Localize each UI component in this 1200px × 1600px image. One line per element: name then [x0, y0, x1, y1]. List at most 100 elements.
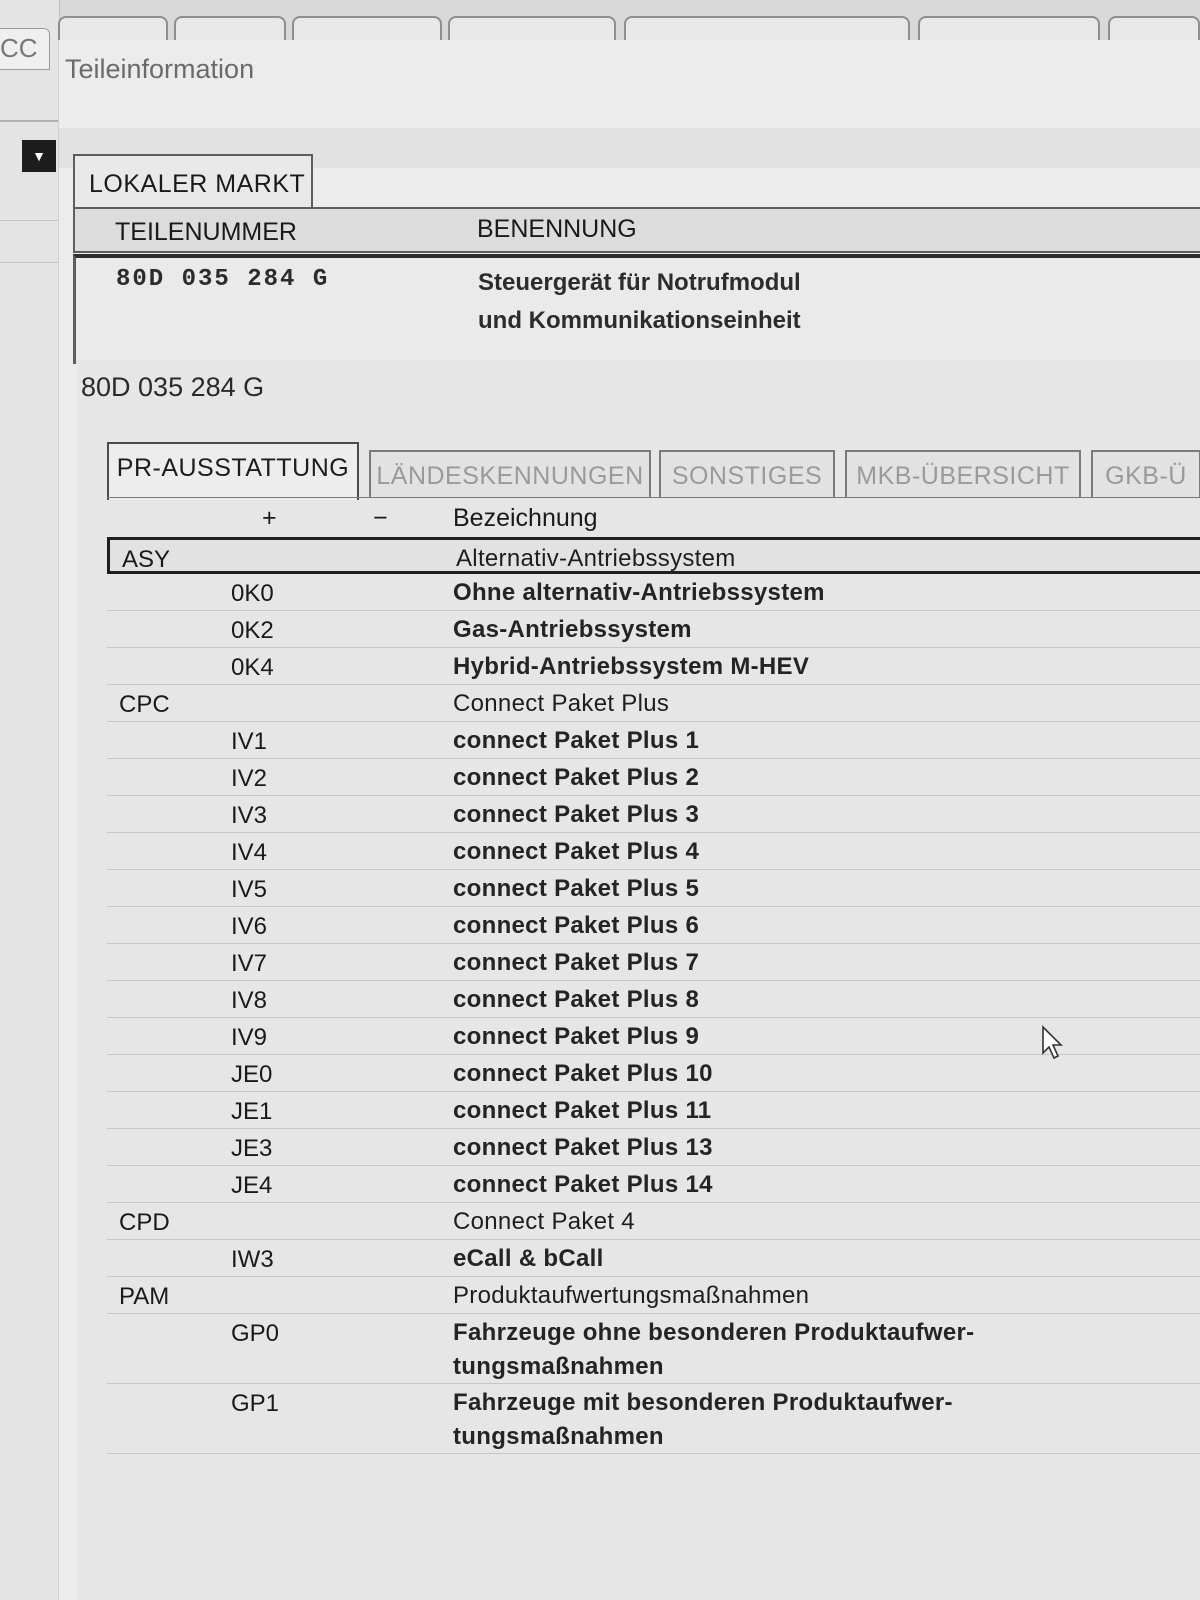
table-group-row[interactable]: CPD Connect Paket 4 — [107, 1203, 1200, 1240]
pr-description: Fahrzeuge ohne besonderen Produktaufwer-… — [453, 1316, 974, 1384]
tab-laendeskennungen[interactable]: LÄNDESKENNUNGEN — [369, 450, 651, 498]
dialog-title: Teileinformation — [65, 54, 255, 84]
column-header-minus[interactable]: − — [373, 504, 388, 533]
pr-code: IV9 — [231, 1024, 268, 1051]
table-row[interactable]: IW3 eCall & bCall — [107, 1240, 1200, 1277]
table-row[interactable]: IV5 connect Paket Plus 5 — [107, 870, 1200, 907]
pr-description-line: connect Paket Plus 5 — [453, 875, 700, 902]
column-header-plus[interactable]: + — [262, 504, 277, 533]
column-header-part-number[interactable]: TEILENUMMER — [115, 218, 297, 247]
tab-sonstiges[interactable]: SONSTIGES — [659, 450, 835, 498]
background-tab-strip — [58, 0, 1200, 40]
background-app-tab[interactable]: CC — [0, 28, 50, 70]
pr-description: connect Paket Plus 3 — [453, 801, 699, 829]
mouse-cursor-icon — [1042, 1025, 1063, 1060]
table-row[interactable]: IV1 connect Paket Plus 1 — [107, 722, 1200, 759]
background-tab[interactable] — [292, 16, 442, 40]
part-name: Steuergerät für Notrufmodul und Kommunik… — [478, 264, 801, 340]
part-name-line: und Kommunikationseinheit — [478, 307, 801, 334]
part-name-line: Steuergerät für Notrufmodul — [478, 269, 801, 296]
pr-code: GP1 — [231, 1390, 280, 1417]
pr-description-line: Hybrid-Antriebssystem M-HEV — [453, 653, 810, 680]
pr-code: IV7 — [231, 950, 268, 977]
table-row[interactable]: IV3 connect Paket Plus 3 — [107, 796, 1200, 833]
detail-title: 80D 035 284 G — [81, 372, 265, 402]
background-tab[interactable] — [448, 16, 616, 40]
pr-description-line: connect Paket Plus 7 — [453, 949, 700, 976]
pr-code: CPD — [119, 1209, 170, 1236]
pr-description: Connect Paket Plus — [453, 690, 669, 718]
table-row[interactable]: IV2 connect Paket Plus 2 — [107, 759, 1200, 796]
pr-code: IV6 — [231, 913, 268, 940]
pr-description-line: connect Paket Plus 6 — [453, 912, 700, 939]
pr-description: connect Paket Plus 5 — [453, 875, 699, 903]
pr-code: CPC — [119, 691, 170, 718]
part-table-header: TEILENUMMER BENENNUNG — [73, 207, 1200, 253]
background-tab[interactable] — [624, 16, 910, 40]
divider — [0, 262, 60, 263]
pr-description: connect Paket Plus 14 — [453, 1171, 713, 1199]
table-row[interactable]: JE3 connect Paket Plus 13 — [107, 1129, 1200, 1166]
pr-code: 0K4 — [231, 654, 274, 681]
part-table-row[interactable]: 80D 035 284 G Steuergerät für Notrufmodu… — [73, 254, 1200, 364]
pr-code: 0K0 — [231, 580, 274, 607]
pr-code: ASY — [122, 546, 171, 573]
pr-description-line: connect Paket Plus 8 — [453, 986, 700, 1013]
table-row[interactable]: GP0 Fahrzeuge ohne besonderen Produktaufw… — [107, 1314, 1200, 1384]
dropdown-button[interactable]: ▼ — [22, 140, 56, 172]
table-group-row[interactable]: ASY Alternativ-Antriebssystem — [107, 537, 1200, 574]
divider — [0, 220, 60, 221]
table-row[interactable]: IV7 connect Paket Plus 7 — [107, 944, 1200, 981]
pr-code: JE4 — [231, 1172, 273, 1199]
tab-pr-ausstattung[interactable]: PR-AUSSTATTUNG — [107, 442, 359, 500]
pr-description: connect Paket Plus 6 — [453, 912, 699, 940]
background-tab[interactable] — [174, 16, 286, 40]
tab-mkb-uebersicht[interactable]: MKB-ÜBERSICHT — [845, 450, 1081, 498]
part-detail-panel: 80D 035 284 G PR-AUSSTATTUNG LÄNDESKENNU… — [77, 360, 1200, 1600]
table-row[interactable]: IV9 connect Paket Plus 9 — [107, 1018, 1200, 1055]
pr-code: IV5 — [231, 876, 268, 903]
pr-description: connect Paket Plus 1 — [453, 727, 699, 755]
table-row[interactable]: IV8 connect Paket Plus 8 — [107, 981, 1200, 1018]
table-body: ASY Alternativ-Antriebssystem 0K0 Ohne alte… — [107, 537, 1200, 1454]
table-group-row[interactable]: CPC Connect Paket Plus — [107, 685, 1200, 722]
part-info-dialog: Teileinformation LOKALER MARKT TEILENUMM… — [58, 40, 1200, 1600]
column-header-name[interactable]: BENENNUNG — [477, 215, 637, 244]
pr-code: IV1 — [231, 728, 268, 755]
pr-description: connect Paket Plus 4 — [453, 838, 699, 866]
tab-local-market[interactable]: LOKALER MARKT — [73, 154, 313, 208]
pr-description: Fahrzeuge mit besonderen Produktaufwer-t… — [453, 1386, 953, 1454]
background-tab[interactable] — [1108, 16, 1200, 40]
table-row[interactable]: JE1 connect Paket Plus 11 — [107, 1092, 1200, 1129]
background-tab[interactable] — [918, 16, 1100, 40]
part-number: 80D 035 284 G — [116, 266, 330, 293]
table-row[interactable]: 0K2 Gas-Antriebssystem — [107, 611, 1200, 648]
table-row[interactable]: JE0 connect Paket Plus 10 — [107, 1055, 1200, 1092]
pr-code: IV4 — [231, 839, 268, 866]
pr-code: IV2 — [231, 765, 268, 792]
pr-code: JE0 — [231, 1061, 273, 1088]
pr-description-line: connect Paket Plus 11 — [453, 1097, 712, 1124]
pr-description-line: Produktaufwertungsmaßnahmen — [453, 1282, 810, 1309]
table-row[interactable]: IV6 connect Paket Plus 6 — [107, 907, 1200, 944]
background-tab[interactable] — [58, 16, 168, 40]
table-row[interactable]: IV4 connect Paket Plus 4 — [107, 833, 1200, 870]
pr-description: connect Paket Plus 10 — [453, 1060, 713, 1088]
pr-description-line: tungsmaßnahmen — [453, 1353, 664, 1380]
pr-code: JE1 — [231, 1098, 273, 1125]
tab-gkb[interactable]: GKB-Ü — [1091, 450, 1200, 498]
table-group-row[interactable]: PAM Produktaufwertungsmaßnahmen — [107, 1277, 1200, 1314]
pr-code: 0K2 — [231, 617, 274, 644]
triangle-down-icon: ▼ — [32, 148, 46, 164]
table-row[interactable]: 0K0 Ohne alternativ-Antriebssystem — [107, 574, 1200, 611]
pr-description: Connect Paket 4 — [453, 1208, 635, 1236]
table-row[interactable]: 0K4 Hybrid-Antriebssystem M-HEV — [107, 648, 1200, 685]
pr-description-line: connect Paket Plus 2 — [453, 764, 700, 791]
pr-code: PAM — [119, 1283, 170, 1310]
pr-code: IV3 — [231, 802, 268, 829]
pr-description-line: connect Paket Plus 13 — [453, 1134, 713, 1161]
column-header-name[interactable]: Bezeichnung — [453, 504, 598, 533]
table-row[interactable]: GP1 Fahrzeuge mit besonderen Produktaufwe… — [107, 1384, 1200, 1454]
pr-description: Gas-Antriebssystem — [453, 616, 692, 644]
table-row[interactable]: JE4 connect Paket Plus 14 — [107, 1166, 1200, 1203]
